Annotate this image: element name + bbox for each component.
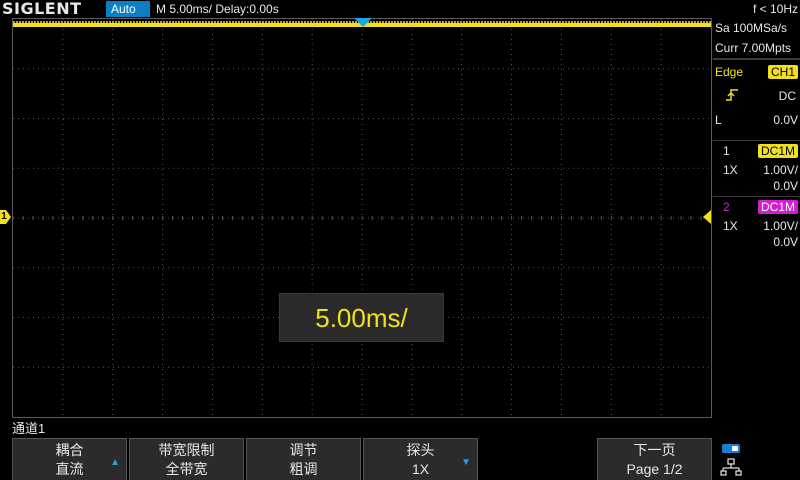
softkey-coupling-value: 直流 (55, 461, 84, 477)
triangle-up-icon: ▲ (110, 457, 120, 468)
ch1-info-box[interactable]: 1 DC1M 1X 1.00V/ 0.0V (713, 140, 800, 195)
trigger-coupling: DC (778, 89, 796, 103)
softkey-probe-label: 探头 (406, 442, 435, 458)
top-status-bar: SIGLENT Auto M 5.00ms/ Delay:0.00s f < 1… (0, 0, 800, 18)
softkey-next-page-label: 下一页 (633, 442, 676, 458)
ch1-offset: 0.0V (773, 179, 798, 193)
memory-depth: Curr 7.00Mpts (715, 41, 792, 55)
ch1-probe: 1X (723, 163, 738, 177)
softkey-next-page[interactable]: 下一页 Page 1/2 (597, 438, 712, 480)
ch2-offset: 0.0V (773, 235, 798, 249)
ch2-info-box[interactable]: 2 DC1M 1X 1.00V/ 0.0V (713, 196, 800, 251)
trigger-type[interactable]: Edge (715, 64, 743, 80)
softkey-coupling[interactable]: 耦合 直流 ▲ (12, 438, 127, 480)
ch1-scale: 1.00V/ (763, 163, 798, 177)
ch1-number: 1 (723, 144, 730, 158)
trigger-source-tag[interactable]: CH1 (767, 65, 798, 79)
softkey-coupling-label: 耦合 (55, 442, 84, 458)
softkey-page-indicator: Page 1/2 (626, 461, 683, 477)
trigger-level-marker[interactable] (703, 210, 711, 224)
brand-logo: SIGLENT (2, 0, 82, 18)
softkey-bandwidth-label: 带宽限制 (158, 442, 215, 458)
ch2-probe: 1X (723, 219, 738, 233)
trigger-position-marker[interactable] (354, 18, 372, 27)
softkey-bandwidth-value: 全带宽 (165, 461, 208, 477)
waveform-display[interactable] (12, 18, 712, 418)
softkey-adjust[interactable]: 调节 粗调 (246, 438, 361, 480)
sample-rate: Sa 100MSa/s (715, 21, 788, 35)
acquisition-mode-badge[interactable]: Auto (106, 1, 150, 17)
ch1-coupling-tag: DC1M (757, 144, 798, 158)
ch1-ground-marker[interactable]: 1 (0, 210, 11, 224)
softkey-adjust-label: 调节 (289, 442, 318, 458)
graticule (13, 19, 712, 417)
trigger-level-label: L (715, 113, 722, 127)
softkey-probe[interactable]: 探头 1X ▼ (363, 438, 478, 480)
timebase-delay-readout: M 5.00ms/ Delay:0.00s (156, 2, 279, 16)
timebase-popup: 5.00ms/ (279, 293, 444, 342)
softkey-adjust-value: 粗调 (289, 461, 318, 477)
ch2-scale: 1.00V/ (763, 219, 798, 233)
ch1-ground-marker-label: 1 (1, 211, 7, 222)
ch2-number: 2 (723, 200, 730, 214)
frequency-readout: f < 10Hz (752, 2, 798, 16)
menu-title: 通道1 (12, 421, 46, 436)
ch2-coupling-tag: DC1M (757, 200, 798, 214)
network-icon (720, 443, 744, 477)
softkey-bandwidth-limit[interactable]: 带宽限制 全带宽 (129, 438, 244, 480)
triangle-down-icon: ▼ (461, 457, 471, 468)
rising-edge-icon (725, 88, 739, 106)
softkey-probe-value: 1X (411, 461, 430, 477)
trigger-level-value: 0.0V (773, 113, 798, 127)
